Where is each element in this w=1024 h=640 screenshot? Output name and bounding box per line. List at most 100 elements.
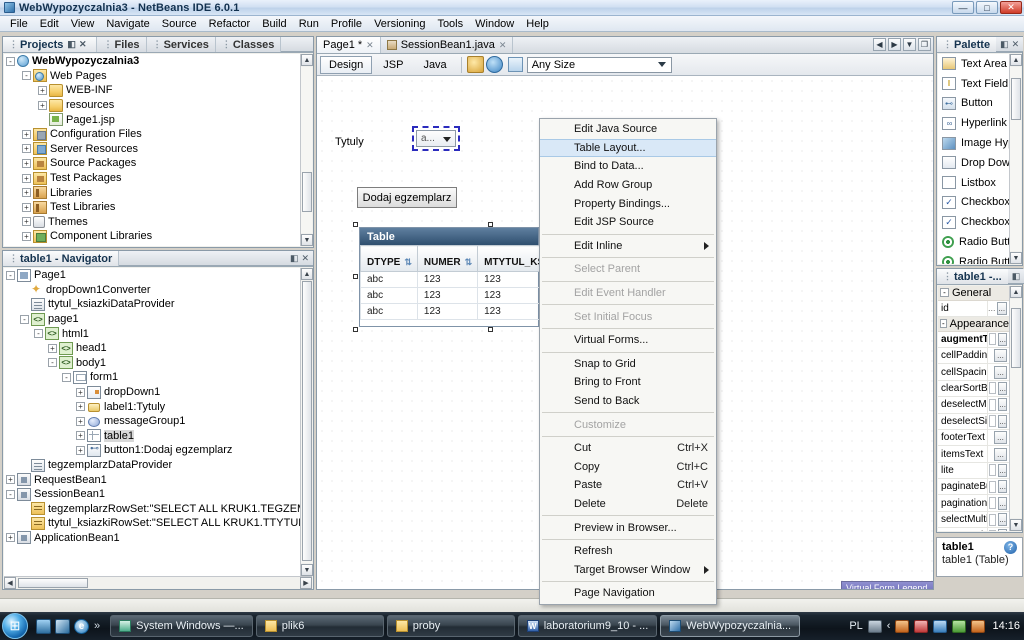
tree-node[interactable]: - WebWypozyczalnia3 xyxy=(4,54,300,69)
close-icon[interactable]: ✕ xyxy=(366,40,374,51)
tree-node[interactable]: + label1:Tytuly xyxy=(4,399,300,414)
scroll-thumb[interactable] xyxy=(1011,78,1021,120)
tray-chevron-icon[interactable]: ‹ xyxy=(887,620,891,632)
menu-source[interactable]: Source xyxy=(156,17,203,31)
tray-icon-volume[interactable] xyxy=(971,619,986,633)
tree-node[interactable]: + table1 xyxy=(4,429,300,444)
property-row[interactable]: itemsText... xyxy=(938,446,1009,463)
menu-file[interactable]: File xyxy=(4,17,34,31)
menu-profile[interactable]: Profile xyxy=(325,17,368,31)
expand-toggle-icon[interactable]: + xyxy=(22,144,31,154)
resize-handle-bl[interactable] xyxy=(353,327,358,332)
menu-item-preview-in-browser[interactable]: Preview in Browser... xyxy=(540,518,716,537)
tree-node[interactable]: + Component Libraries xyxy=(4,229,300,244)
menu-item-refresh[interactable]: Refresh xyxy=(540,542,716,561)
property-value[interactable]: ... xyxy=(987,495,1009,511)
float-icon[interactable]: ◧ xyxy=(290,253,299,264)
property-editor-button[interactable]: ... xyxy=(994,431,1007,445)
property-value[interactable]: ... xyxy=(987,413,1009,429)
menu-item-paste[interactable]: Paste Ctrl+V xyxy=(540,476,716,495)
tree-node[interactable]: + Test Packages xyxy=(4,171,300,186)
taskbar-task[interactable]: WebWypozyczalnia... xyxy=(660,615,801,637)
close-icon[interactable]: ✕ xyxy=(79,39,87,50)
design-label-tytuly[interactable]: Tytuly xyxy=(335,136,364,148)
property-editor-button[interactable]: ... xyxy=(998,513,1007,527)
tree-node[interactable]: ttytul_ksiazkiRowSet:"SELECT ALL KRUK1.T… xyxy=(4,516,300,531)
property-editor-button[interactable]: ... xyxy=(996,301,1007,315)
expand-toggle-icon[interactable]: + xyxy=(22,173,31,183)
sort-icon[interactable]: ⇅ xyxy=(465,257,473,267)
menu-refactor[interactable]: Refactor xyxy=(203,17,257,31)
editor-tab[interactable]: Page1 * ✕ xyxy=(317,37,381,53)
menu-tools[interactable]: Tools xyxy=(431,17,469,31)
tree-node[interactable]: + Source Packages xyxy=(4,156,300,171)
tab-navigator[interactable]: ⋮ table1 - Navigator xyxy=(3,251,120,266)
expand-toggle-icon[interactable]: + xyxy=(22,158,31,168)
projects-scrollbar[interactable]: ▲ ▼ xyxy=(300,54,313,246)
property-editor-button[interactable]: ... xyxy=(998,398,1007,412)
help-icon[interactable]: ? xyxy=(1004,541,1017,554)
maximize-button[interactable]: □ xyxy=(976,1,998,14)
menu-item-cut[interactable]: Cut Ctrl+X xyxy=(540,439,716,458)
float-icon[interactable]: ◧ xyxy=(1012,271,1021,282)
property-value[interactable]: ... xyxy=(987,528,1009,531)
close-icon[interactable]: ✕ xyxy=(499,40,507,51)
property-value[interactable]: ... xyxy=(987,347,1009,364)
properties-scrollbar[interactable]: ▲ ▼ xyxy=(1009,286,1022,531)
sort-icon[interactable]: ⇅ xyxy=(404,257,412,267)
collapse-toggle-icon[interactable]: - xyxy=(48,358,57,368)
scroll-right-arrow[interactable]: ▶ xyxy=(300,577,312,589)
tree-node[interactable]: tegzemplarzDataProvider xyxy=(4,458,300,473)
menu-item-add-row-group[interactable]: Add Row Group xyxy=(540,176,716,195)
collapse-toggle-icon[interactable]: - xyxy=(20,314,29,324)
palette-scrollbar[interactable]: ▲ ▼ xyxy=(1009,54,1022,264)
property-swatch[interactable] xyxy=(989,333,997,346)
scroll-thumb[interactable] xyxy=(302,172,312,212)
menu-item-delete[interactable]: Delete Delete xyxy=(540,495,716,514)
tree-node[interactable]: + Server Resources xyxy=(4,142,300,157)
menu-item-snap-to-grid[interactable]: Snap to Grid xyxy=(540,355,716,374)
property-group-header[interactable]: - General xyxy=(938,286,1009,301)
property-value[interactable]: ...... xyxy=(987,300,1009,316)
property-row[interactable]: selectMultipl... xyxy=(938,511,1009,529)
design-table1[interactable]: Table DTYPE⇅NUMER⇅MTYTUL_KSIAZ⇅ abc12312… xyxy=(359,227,578,327)
tree-node[interactable]: - SessionBean1 xyxy=(4,487,300,502)
resize-handle-br[interactable] xyxy=(488,327,493,332)
maximize-icon[interactable]: ❐ xyxy=(918,38,931,51)
property-swatch[interactable] xyxy=(989,464,997,477)
scroll-down-arrow[interactable]: ▼ xyxy=(301,564,313,576)
float-icon[interactable]: ◧ xyxy=(67,39,76,50)
menu-item-page-navigation[interactable]: Page Navigation xyxy=(540,584,716,603)
tray-icon-display[interactable] xyxy=(933,619,948,633)
property-row[interactable]: footerText... xyxy=(938,429,1009,447)
taskbar-task[interactable]: proby xyxy=(386,615,515,637)
menu-window[interactable]: Window xyxy=(469,17,520,31)
expand-toggle-icon[interactable]: + xyxy=(38,100,47,110)
expand-toggle-icon[interactable]: + xyxy=(22,231,31,241)
editor-tab[interactable]: SessionBean1.java ✕ xyxy=(381,37,514,53)
property-value[interactable]: ... xyxy=(987,364,1009,380)
property-editor-button[interactable]: ... xyxy=(998,332,1007,346)
screen-size-icon[interactable] xyxy=(507,57,523,72)
tray-icon-antivirus[interactable] xyxy=(914,619,929,633)
expand-toggle-icon[interactable]: + xyxy=(76,416,85,426)
scroll-up-arrow[interactable]: ▲ xyxy=(301,54,313,66)
tab-projects[interactable]: ⋮ Projects ◧ ✕ xyxy=(3,37,98,52)
menu-item-target-browser-window[interactable]: Target Browser Window xyxy=(540,560,716,579)
table-header-cell[interactable]: DTYPE ⇅ xyxy=(360,245,418,272)
preview-icon[interactable] xyxy=(466,56,484,73)
scroll-up-arrow[interactable]: ▲ xyxy=(1010,54,1022,66)
resize-handle-tl[interactable] xyxy=(353,222,358,227)
scroll-up-arrow[interactable]: ▲ xyxy=(1010,286,1022,298)
close-icon[interactable]: ✕ xyxy=(301,253,309,264)
property-swatch[interactable] xyxy=(989,398,997,411)
property-editor-button[interactable]: ... xyxy=(994,349,1007,363)
property-value[interactable]: ... xyxy=(987,446,1009,462)
switch-window-icon[interactable] xyxy=(55,618,70,634)
palette-item[interactable]: Image Hyperl xyxy=(938,133,1009,153)
property-row[interactable]: deselectMul... xyxy=(938,397,1009,414)
menu-item-table-layout[interactable]: Table Layout... xyxy=(540,138,716,158)
scroll-thumb[interactable] xyxy=(1011,308,1021,368)
tree-node[interactable]: + Test Libraries xyxy=(4,200,300,215)
menu-item-property-bindings[interactable]: Property Bindings... xyxy=(540,194,716,213)
